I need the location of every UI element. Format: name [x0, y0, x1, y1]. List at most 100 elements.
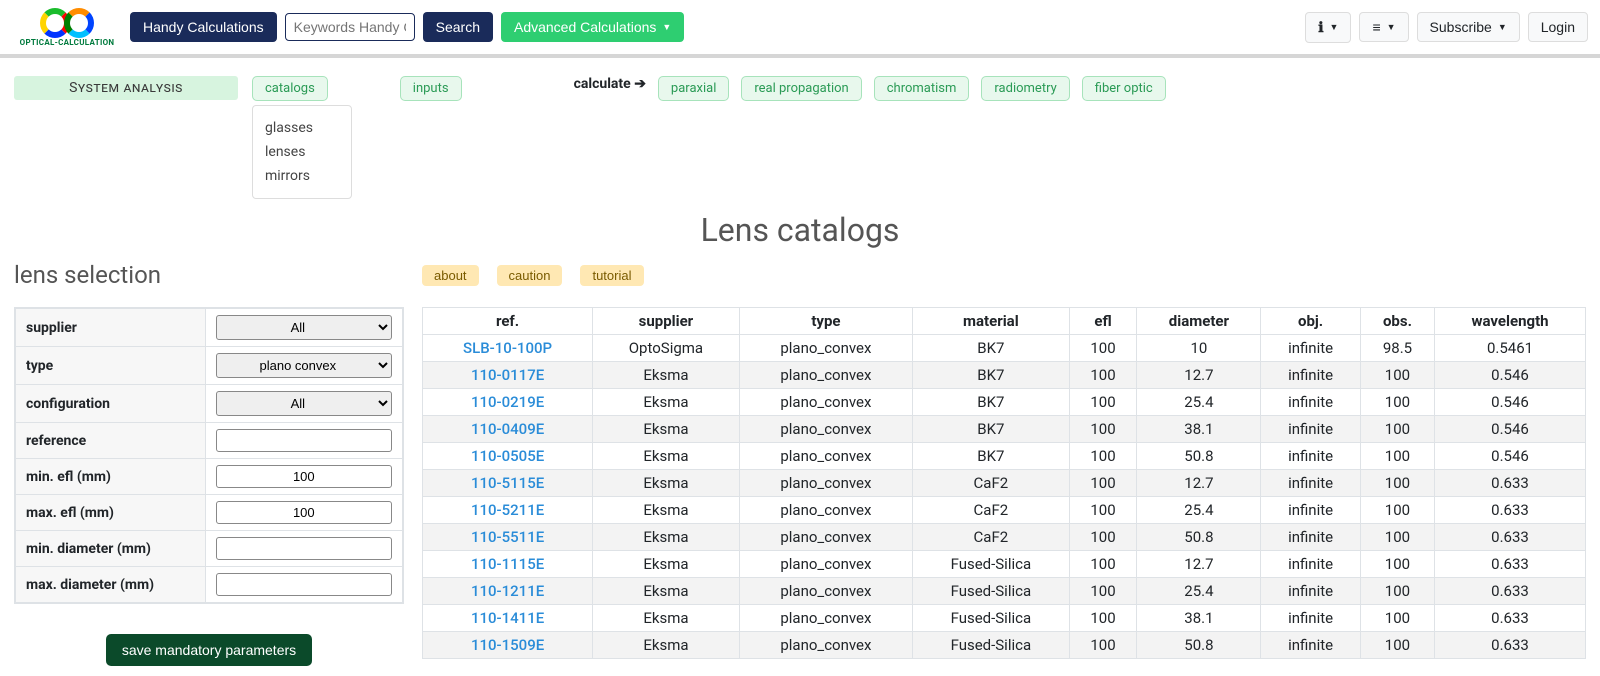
filter-label-min-diameter: min. diameter (mm)	[16, 531, 206, 567]
col-wavelength: wavelength	[1435, 308, 1586, 335]
cell-type: plano_convex	[739, 578, 912, 605]
table-row: 110-0219EEksmaplano_convexBK710025.4infi…	[423, 389, 1586, 416]
list-menu-button[interactable]: ≡ ▼	[1359, 12, 1408, 42]
cell-obj: infinite	[1261, 578, 1361, 605]
col-ref: ref.	[423, 308, 593, 335]
ref-link[interactable]: 110-5211E	[471, 501, 544, 519]
chromatism-tab[interactable]: chromatism	[874, 76, 970, 101]
cell-efl: 100	[1069, 524, 1137, 551]
cell-wavelength: 0.546	[1435, 389, 1586, 416]
filter-max-diameter-input[interactable]	[216, 573, 392, 596]
cell-diameter: 12.7	[1137, 551, 1261, 578]
ref-link[interactable]: 110-0409E	[471, 420, 544, 438]
handy-calculations-button[interactable]: Handy Calculations	[130, 12, 277, 42]
cell-obs: 100	[1360, 605, 1434, 632]
ref-link[interactable]: 110-1411E	[471, 609, 544, 627]
logo-text: OPTICAL-CALCULATION	[20, 38, 115, 47]
cell-obj: infinite	[1261, 605, 1361, 632]
cell-type: plano_convex	[739, 497, 912, 524]
save-mandatory-parameters-button[interactable]: save mandatory parameters	[106, 634, 312, 666]
cell-efl: 100	[1069, 551, 1137, 578]
cell-efl: 100	[1069, 335, 1137, 362]
paraxial-tab[interactable]: paraxial	[658, 76, 729, 101]
cell-ref: 110-1509E	[423, 632, 593, 659]
filter-configuration-select[interactable]: All	[216, 391, 392, 416]
cell-type: plano_convex	[739, 443, 912, 470]
filter-label-max-diameter: max. diameter (mm)	[16, 567, 206, 603]
ref-link[interactable]: 110-5511E	[471, 528, 544, 546]
keywords-search-input[interactable]	[285, 13, 415, 41]
cell-supplier: Eksma	[593, 443, 740, 470]
advanced-calculations-label: Advanced Calculations	[514, 19, 656, 35]
cell-ref: SLB-10-100P	[423, 335, 593, 362]
cell-efl: 100	[1069, 578, 1137, 605]
cell-wavelength: 0.633	[1435, 632, 1586, 659]
cell-material: Fused-Silica	[913, 632, 1070, 659]
cell-efl: 100	[1069, 497, 1137, 524]
cell-obj: infinite	[1261, 362, 1361, 389]
info-menu-button[interactable]: ℹ ▼	[1305, 12, 1351, 43]
ref-link[interactable]: 110-0219E	[471, 393, 544, 411]
cell-diameter: 50.8	[1137, 443, 1261, 470]
tutorial-button[interactable]: tutorial	[580, 265, 643, 286]
filter-label-type: type	[16, 347, 206, 385]
advanced-calculations-button[interactable]: Advanced Calculations ▼	[501, 12, 684, 42]
ref-link[interactable]: 110-0505E	[471, 447, 544, 465]
table-row: 110-1411EEksmaplano_convexFused-Silica10…	[423, 605, 1586, 632]
cell-efl: 100	[1069, 470, 1137, 497]
cell-obj: infinite	[1261, 335, 1361, 362]
filter-max-efl-input[interactable]	[216, 501, 392, 524]
search-button[interactable]: Search	[423, 12, 493, 42]
cell-diameter: 38.1	[1137, 416, 1261, 443]
filters-panel: supplier All type plano convex configura…	[14, 307, 404, 666]
cell-obs: 98.5	[1360, 335, 1434, 362]
cell-obj: infinite	[1261, 524, 1361, 551]
fiber-optic-tab[interactable]: fiber optic	[1082, 76, 1166, 101]
catalogs-dropdown-mirrors[interactable]: mirrors	[265, 164, 339, 188]
cell-efl: 100	[1069, 416, 1137, 443]
filter-min-diameter-input[interactable]	[216, 537, 392, 560]
list-icon: ≡	[1372, 19, 1380, 35]
filter-type-select[interactable]: plano convex	[216, 353, 392, 378]
catalogs-dropdown-glasses[interactable]: glasses	[265, 116, 339, 140]
login-button[interactable]: Login	[1528, 12, 1588, 42]
about-button[interactable]: about	[422, 265, 479, 286]
ref-link[interactable]: SLB-10-100P	[463, 339, 552, 357]
ref-link[interactable]: 110-0117E	[471, 366, 544, 384]
cell-diameter: 25.4	[1137, 578, 1261, 605]
cell-obj: infinite	[1261, 497, 1361, 524]
filter-min-efl-input[interactable]	[216, 465, 392, 488]
cell-type: plano_convex	[739, 524, 912, 551]
ref-link[interactable]: 110-5115E	[471, 474, 544, 492]
real-propagation-tab[interactable]: real propagation	[741, 76, 861, 101]
cell-supplier: Eksma	[593, 605, 740, 632]
table-row: 110-0117EEksmaplano_convexBK710012.7infi…	[423, 362, 1586, 389]
col-obj: obj.	[1261, 308, 1361, 335]
cell-material: BK7	[913, 416, 1070, 443]
caret-down-icon: ▼	[1330, 22, 1339, 32]
subscribe-button[interactable]: Subscribe ▼	[1417, 12, 1520, 42]
caution-button[interactable]: caution	[497, 265, 563, 286]
cell-ref: 110-1211E	[423, 578, 593, 605]
catalogs-dropdown: glasses lenses mirrors	[252, 105, 352, 199]
cell-diameter: 12.7	[1137, 362, 1261, 389]
filter-supplier-select[interactable]: All	[216, 315, 392, 340]
filter-reference-input[interactable]	[216, 429, 392, 452]
cell-type: plano_convex	[739, 416, 912, 443]
radiometry-tab[interactable]: radiometry	[981, 76, 1069, 101]
logo-ring-right-icon	[64, 8, 94, 38]
filter-label-max-efl: max. efl (mm)	[16, 495, 206, 531]
ref-link[interactable]: 110-1509E	[471, 636, 544, 654]
cell-supplier: Eksma	[593, 470, 740, 497]
catalogs-dropdown-lenses[interactable]: lenses	[265, 140, 339, 164]
cell-obj: infinite	[1261, 470, 1361, 497]
top-navbar: OPTICAL-CALCULATION Handy Calculations S…	[0, 0, 1600, 58]
catalogs-tab[interactable]: catalogs	[252, 76, 328, 101]
ref-link[interactable]: 110-1115E	[471, 555, 544, 573]
cell-efl: 100	[1069, 389, 1137, 416]
table-row: 110-1115EEksmaplano_convexFused-Silica10…	[423, 551, 1586, 578]
ref-link[interactable]: 110-1211E	[471, 582, 544, 600]
col-obs: obs.	[1360, 308, 1434, 335]
site-logo[interactable]: OPTICAL-CALCULATION	[12, 10, 122, 44]
inputs-tab[interactable]: inputs	[400, 76, 462, 101]
